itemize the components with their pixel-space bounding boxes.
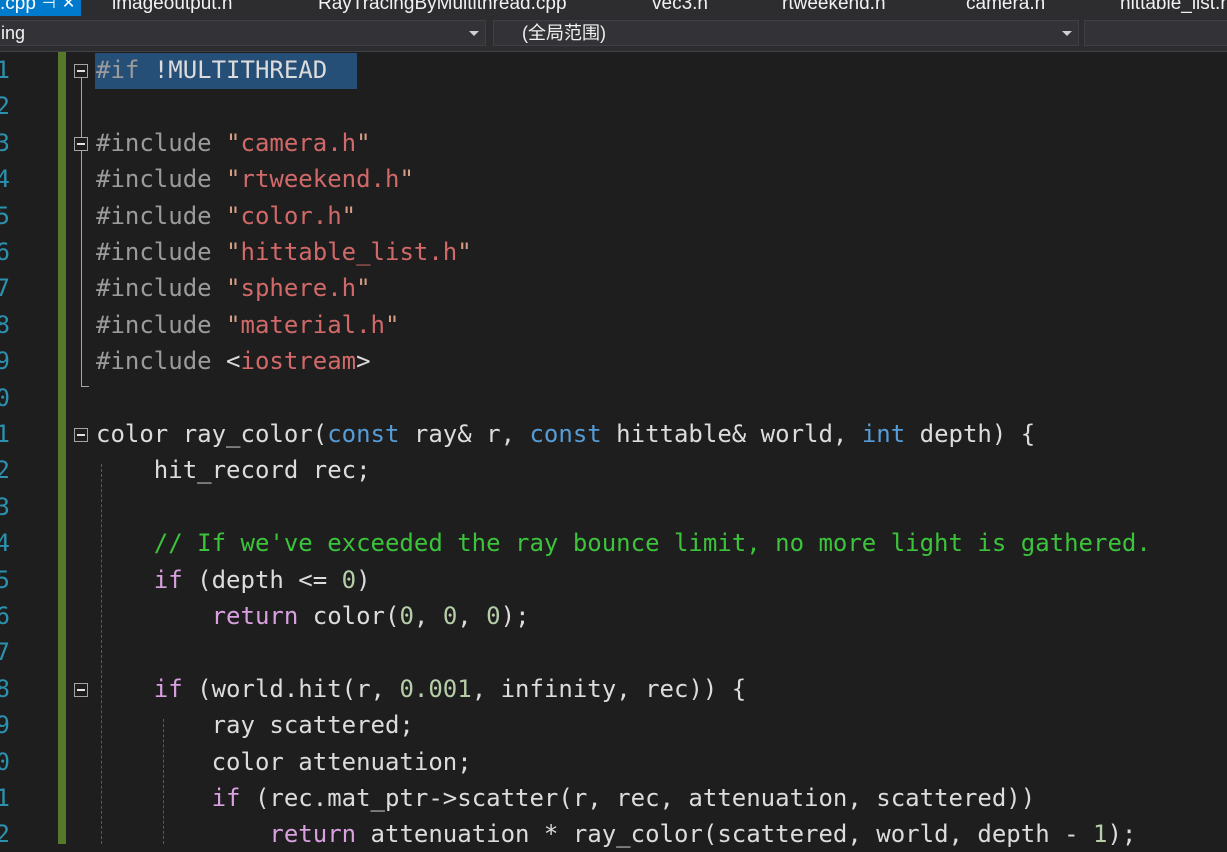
line-number: 6 — [0, 602, 10, 630]
code-text: #include "rtweekend.h" — [96, 165, 414, 194]
code-text: #include "sphere.h" — [96, 274, 371, 303]
code-text: ray scattered; — [96, 711, 414, 740]
tab-label: RayTracingByMultithread.cpp — [318, 0, 567, 14]
code-line[interactable]: 0 — [0, 380, 1227, 416]
line-number: 7 — [0, 638, 10, 667]
navigation-bar: ing (全局范围) — [0, 16, 1227, 52]
chevron-down-icon — [469, 31, 479, 36]
code-text: return attenuation * ray_color(scattered… — [269, 820, 1137, 849]
line-number: 3 — [0, 492, 10, 521]
line-number: 9 — [0, 347, 10, 376]
code-line[interactable]: 9 ray scattered; — [0, 707, 1227, 743]
code-text: if (rec.mat_ptr->scatter(r, rec, attenua… — [211, 784, 1036, 812]
line-number: 0 — [0, 747, 10, 776]
line-number: 0 — [0, 383, 10, 412]
line-number: 4 — [0, 529, 10, 558]
line-number: 7 — [0, 274, 10, 303]
code-line[interactable]: 9 #include <iostream> — [0, 343, 1227, 379]
code-text: #include "camera.h" — [96, 128, 371, 157]
line-number: 1 — [0, 420, 10, 448]
collapse-icon[interactable] — [74, 428, 88, 442]
code-text: #include <iostream> — [96, 347, 371, 376]
tab-vec3[interactable]: vec3.h — [652, 0, 708, 16]
tab-label: rtweekend.h — [782, 0, 886, 14]
code-text: #include "color.h" — [96, 201, 357, 230]
code-text: hit_record rec; — [96, 456, 371, 485]
code-line[interactable]: 4 #include "rtweekend.h" — [0, 161, 1227, 197]
close-icon[interactable]: ✕ — [62, 0, 75, 16]
collapse-icon[interactable] — [74, 136, 88, 151]
line-number: 4 — [0, 165, 10, 194]
code-line[interactable]: 6 return color(0, 0, 0); — [0, 598, 1227, 634]
line-number: 1 — [0, 784, 10, 812]
tab-label: vec3.h — [652, 0, 708, 14]
line-number: 8 — [0, 310, 10, 339]
line-number: 8 — [0, 674, 10, 703]
tab-raytracingbymultithread[interactable]: RayTracingByMultithread.cpp — [318, 0, 567, 16]
code-text: // If we've exceeded the ray bounce limi… — [153, 529, 1151, 558]
code-text: color attenuation; — [96, 747, 472, 776]
code-line[interactable]: 2 return attenuation * ray_color(scatter… — [0, 816, 1227, 852]
collapse-icon[interactable] — [74, 64, 88, 78]
project-dropdown-value: ing — [1, 23, 26, 43]
code-line[interactable]: 0 color attenuation; — [0, 744, 1227, 780]
tab-imageoutput[interactable]: imageoutput.h — [112, 0, 232, 16]
collapse-icon[interactable] — [74, 682, 88, 697]
code-line[interactable]: 2 hit_record rec; — [0, 452, 1227, 488]
line-number: 2 — [0, 92, 10, 121]
code-text: if (world.hit(r, 0.001, infinity, rec)) … — [153, 674, 747, 703]
code-editor[interactable]: 1 #if !MULTITHREAD 2 3 #include "camera.h" 4 #… — [0, 52, 1227, 847]
code-line[interactable]: 7 #include "sphere.h" — [0, 270, 1227, 306]
code-line[interactable]: 4 // If we've exceeded the ray bounce li… — [0, 525, 1227, 561]
code-text: return color(0, 0, 0); — [211, 602, 530, 630]
tab-label: hittable_list.h — [1120, 0, 1227, 14]
code-line[interactable]: 1 #if !MULTITHREAD — [0, 52, 1227, 89]
line-number: 5 — [0, 201, 10, 230]
line-number: 3 — [0, 128, 10, 157]
tab-hittable-list[interactable]: hittable_list.h — [1120, 0, 1227, 16]
pin-icon[interactable]: ⊣ — [42, 0, 56, 16]
tab-label: imageoutput.h — [112, 0, 233, 14]
tab-rtweekend[interactable]: rtweekend.h — [782, 0, 886, 16]
code-line[interactable]: 3 #include "camera.h" — [0, 125, 1227, 161]
line-number: 1 — [0, 56, 10, 84]
scope-dropdown[interactable]: (全局范围) — [493, 20, 1079, 46]
scope-dropdown-value: (全局范围) — [522, 23, 606, 43]
code-line[interactable]: 7 — [0, 634, 1227, 670]
line-number: 5 — [0, 565, 10, 594]
line-number: 2 — [0, 820, 10, 849]
code-text: color ray_color(const ray& r, const hitt… — [96, 420, 1036, 448]
code-line[interactable]: 6 #include "hittable_list.h" — [0, 234, 1227, 270]
document-tab-strip: .cpp ⊣ ✕ imageoutput.h RayTracingByMultith… — [0, 0, 1227, 16]
code-text: if (depth <= 0) — [153, 565, 371, 594]
code-line[interactable]: 1 if (rec.mat_ptr->scatter(r, rec, atten… — [0, 780, 1227, 816]
project-dropdown[interactable]: ing — [0, 20, 486, 46]
code-line[interactable]: 1 color ray_color(const ray& r, const hit… — [0, 416, 1227, 452]
code-line[interactable]: 8 #include "material.h" — [0, 307, 1227, 343]
tab-label: .cpp — [0, 0, 36, 14]
code-text: #include "hittable_list.h" — [96, 238, 472, 266]
code-line[interactable]: 5 if (depth <= 0) — [0, 562, 1227, 598]
tab-camera[interactable]: camera.h — [966, 0, 1045, 16]
code-line[interactable]: 3 — [0, 489, 1227, 525]
line-number: 6 — [0, 238, 10, 266]
tab-active-cpp[interactable]: .cpp ⊣ ✕ — [0, 0, 82, 16]
line-number: 2 — [0, 456, 10, 485]
code-line[interactable]: 5 #include "color.h" — [0, 198, 1227, 234]
member-dropdown[interactable] — [1084, 20, 1227, 46]
code-line[interactable]: 2 — [0, 88, 1227, 124]
chevron-down-icon — [1062, 31, 1072, 36]
code-text: #include "material.h" — [96, 310, 400, 339]
tab-label: camera.h — [966, 0, 1046, 14]
line-number: 9 — [0, 711, 10, 740]
code-line[interactable]: 8 if (world.hit(r, 0.001, infinity, rec)… — [0, 671, 1227, 707]
code-text: #if !MULTITHREAD — [96, 56, 328, 84]
